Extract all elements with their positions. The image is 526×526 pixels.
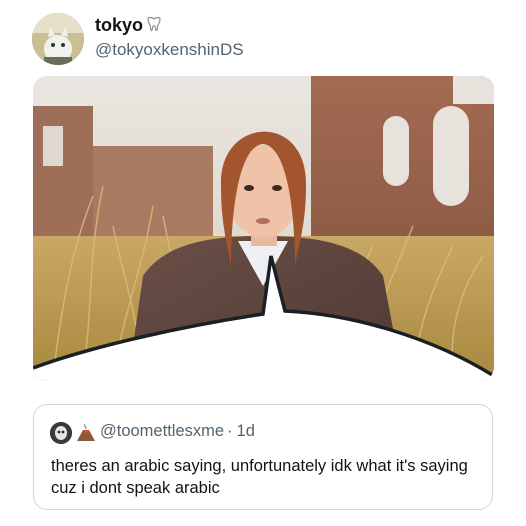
profile-avatar-icon[interactable] [50,422,72,444]
display-name[interactable]: tokyo [95,15,143,36]
separator-dot: · [227,422,233,440]
tooth-icon [145,16,163,34]
quoted-handle[interactable]: @toomettlesxme [100,422,224,440]
quoted-tweet-card[interactable]: @toomettlesxme · 1d theres an arabic sayin… [33,404,493,510]
quoted-timestamp[interactable]: 1d [237,422,255,440]
tweet-image[interactable] [33,76,494,381]
user-handle[interactable]: @tokyoxkenshinDS [95,40,244,60]
cat-avatar-icon[interactable] [32,13,84,65]
quoted-tweet-text: theres an arabic saying, unfortunately i… [51,457,468,497]
tweet-header: tokyo @tokyoxkenshinDS [0,0,526,72]
quoted-handle-line: @toomettlesxme · 1d [100,422,255,441]
volcano-icon [76,422,96,442]
